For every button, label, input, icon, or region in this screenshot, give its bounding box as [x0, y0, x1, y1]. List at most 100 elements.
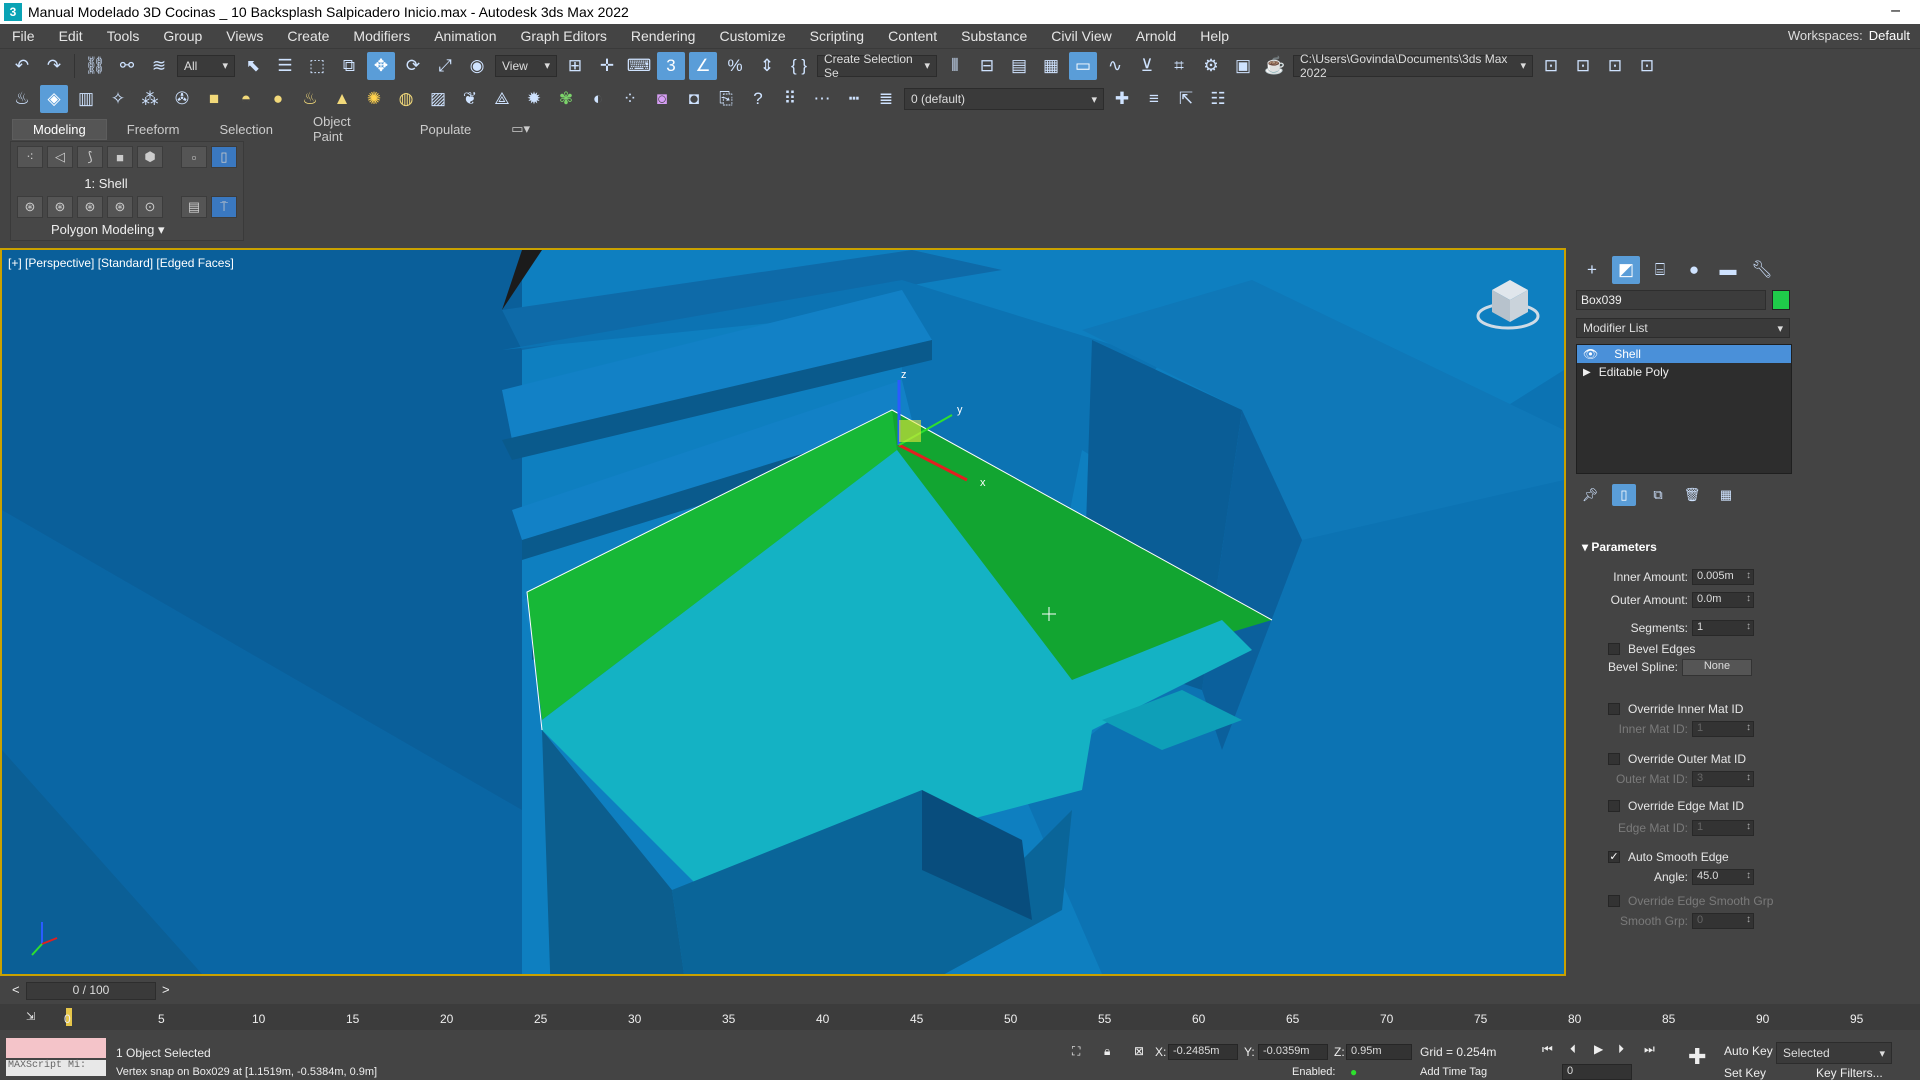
- menu-civil-view[interactable]: Civil View: [1039, 28, 1123, 44]
- scene-explorer-icon[interactable]: ▤: [1005, 52, 1033, 80]
- tab-object-paint[interactable]: Object Paint: [293, 112, 400, 146]
- select-manipulate-icon[interactable]: ✛: [593, 52, 621, 80]
- next-frame-icon[interactable]: >: [162, 982, 170, 997]
- smooth-grp-spinner[interactable]: 0: [1692, 913, 1754, 929]
- select-object-icon[interactable]: ⬉: [239, 52, 267, 80]
- teapot-primitive-icon[interactable]: ♨: [296, 85, 324, 113]
- stack-item-editable-poly[interactable]: ▶ Editable Poly: [1577, 363, 1791, 381]
- add-layer-icon[interactable]: ✚: [1108, 85, 1136, 113]
- plant-icon[interactable]: ✾: [552, 85, 580, 113]
- selection-lock-icon[interactable]: 🔒︎: [1104, 1044, 1110, 1059]
- minimize-button[interactable]: –: [1891, 2, 1900, 20]
- x-coordinate-field[interactable]: -0.2485m: [1168, 1044, 1238, 1060]
- geosphere-icon[interactable]: ◍: [392, 85, 420, 113]
- schematic-view-icon[interactable]: ⊻: [1133, 52, 1161, 80]
- array-icon[interactable]: ⁂: [136, 85, 164, 113]
- isolate-selection-icon[interactable]: ⛶: [1072, 1044, 1080, 1059]
- project-folder-dropdown[interactable]: C:\Users\Govinda\Documents\3ds Max 2022: [1293, 52, 1533, 80]
- layers-stack-icon[interactable]: ≡: [1140, 85, 1168, 113]
- enabled-indicator-icon[interactable]: ●: [1350, 1065, 1357, 1079]
- tab-populate[interactable]: Populate: [400, 120, 491, 139]
- menu-content[interactable]: Content: [876, 28, 949, 44]
- inner-mat-spinner[interactable]: 1: [1692, 721, 1754, 737]
- menu-scripting[interactable]: Scripting: [798, 28, 876, 44]
- pin-stack-icon[interactable]: 📌︎: [1578, 484, 1602, 506]
- percent-snap-icon[interactable]: %: [721, 52, 749, 80]
- link-icon[interactable]: ⛓: [81, 52, 109, 80]
- modify-tab-icon[interactable]: ◩: [1612, 256, 1640, 284]
- menu-modifiers[interactable]: Modifiers: [341, 28, 422, 44]
- layer-settings-icon[interactable]: ☷: [1204, 85, 1232, 113]
- edge-mat-spinner[interactable]: 1: [1692, 820, 1754, 836]
- object-color-swatch[interactable]: [1772, 290, 1790, 310]
- object-name-field[interactable]: Box039: [1576, 290, 1766, 310]
- bind-space-warp-icon[interactable]: ≋: [145, 52, 173, 80]
- maxscript-mini-listener[interactable]: MAXScript Mi:: [6, 1060, 106, 1076]
- vertex-mode-icon[interactable]: ⁖: [17, 146, 43, 168]
- segments-spinner[interactable]: 1: [1692, 620, 1754, 636]
- clipboard-icon[interactable]: ⎘: [712, 85, 740, 113]
- remove-modifier-icon[interactable]: 🗑︎: [1680, 484, 1704, 506]
- menu-arnold[interactable]: Arnold: [1124, 28, 1188, 44]
- rotate-icon[interactable]: ⟳: [399, 52, 427, 80]
- menu-substance[interactable]: Substance: [949, 28, 1039, 44]
- gizmo-plane[interactable]: [899, 420, 921, 442]
- menu-file[interactable]: File: [0, 28, 47, 44]
- unlink-icon[interactable]: ⚯: [113, 52, 141, 80]
- box-icon[interactable]: ■: [200, 85, 228, 113]
- maxscript-listener[interactable]: [6, 1038, 106, 1058]
- pivot-center-icon[interactable]: ⊞: [561, 52, 589, 80]
- override-outer-checkbox[interactable]: [1608, 753, 1620, 765]
- next-modifier-icon[interactable]: ⊛: [77, 196, 103, 218]
- time-slider[interactable]: < 0 / 100 >: [0, 980, 1920, 1002]
- utilities-tab-icon[interactable]: 🔧︎: [1748, 256, 1776, 284]
- absolute-mode-icon[interactable]: ⊠: [1134, 1044, 1144, 1058]
- undo-icon[interactable]: ↶: [8, 52, 36, 80]
- pin-stack-icon[interactable]: ⊛: [17, 196, 43, 218]
- selection-set-dropdown[interactable]: Create Selection Se: [817, 52, 937, 80]
- current-frame-field[interactable]: 0: [1562, 1064, 1632, 1080]
- window-crossing-icon[interactable]: ⧉: [335, 52, 363, 80]
- time-slider-thumb[interactable]: 0 / 100: [26, 982, 156, 1000]
- helpers-icon[interactable]: ✇: [168, 85, 196, 113]
- menu-views[interactable]: Views: [214, 28, 275, 44]
- override-edge-checkbox[interactable]: [1608, 800, 1620, 812]
- spinner-snap-icon[interactable]: ⇕: [753, 52, 781, 80]
- auto-key-button[interactable]: Auto Key: [1724, 1044, 1773, 1058]
- ribbon-toggle-icon-4[interactable]: ⊡: [1633, 52, 1661, 80]
- move-icon[interactable]: ✥: [367, 51, 395, 80]
- outer-mat-spinner[interactable]: 3: [1692, 771, 1754, 787]
- polygon-mode-icon[interactable]: ■: [107, 146, 133, 168]
- modify-mode-icon[interactable]: ▫: [181, 146, 207, 168]
- menu-animation[interactable]: Animation: [422, 28, 508, 44]
- curve-editor-toggle-icon[interactable]: ⇲: [26, 1010, 35, 1023]
- scale-icon[interactable]: ⤢: [431, 52, 459, 80]
- gear-sphere-icon[interactable]: ✹: [520, 85, 548, 113]
- z-coordinate-field[interactable]: 0.95m: [1346, 1044, 1412, 1060]
- goto-end-icon[interactable]: ⏭: [1644, 1042, 1655, 1057]
- viewport-label[interactable]: [+] [Perspective] [Standard] [Edged Face…: [8, 256, 234, 270]
- menu-tools[interactable]: Tools: [95, 28, 152, 44]
- override-inner-checkbox[interactable]: [1608, 703, 1620, 715]
- edit-named-selection-icon[interactable]: { }: [785, 52, 813, 80]
- layer-dropdown[interactable]: 0 (default): [904, 88, 1104, 110]
- curve-editor-icon[interactable]: ∿: [1101, 52, 1129, 80]
- tab-modeling[interactable]: Modeling: [12, 118, 107, 140]
- light-icon[interactable]: ◘: [680, 85, 708, 113]
- inner-amount-spinner[interactable]: 0.005m: [1692, 569, 1754, 585]
- viewport-icon[interactable]: ▥: [72, 85, 100, 113]
- menu-help[interactable]: Help: [1188, 28, 1241, 44]
- ribbon-toggle-icon-2[interactable]: ⊡: [1569, 52, 1597, 80]
- display-tab-icon[interactable]: ▬: [1714, 256, 1742, 284]
- mirror-icon[interactable]: ⫴: [941, 52, 969, 80]
- select-layer-icon[interactable]: ⇱: [1172, 85, 1200, 113]
- hierarchy-tab-icon[interactable]: ⌸: [1646, 256, 1674, 284]
- use-nurms-icon[interactable]: ▤: [181, 196, 207, 218]
- perspective-viewport[interactable]: [+] [Perspective] [Standard] [Edged Face…: [0, 248, 1566, 976]
- set-key-big-icon[interactable]: ✚: [1688, 1044, 1706, 1070]
- override-smooth-checkbox[interactable]: [1608, 895, 1620, 907]
- render-production-icon[interactable]: ☕: [1261, 52, 1289, 80]
- teapot-icon[interactable]: ♨: [8, 85, 36, 113]
- sun-icon[interactable]: ✺: [360, 85, 388, 113]
- color-dots-icon[interactable]: ⁘: [616, 85, 644, 113]
